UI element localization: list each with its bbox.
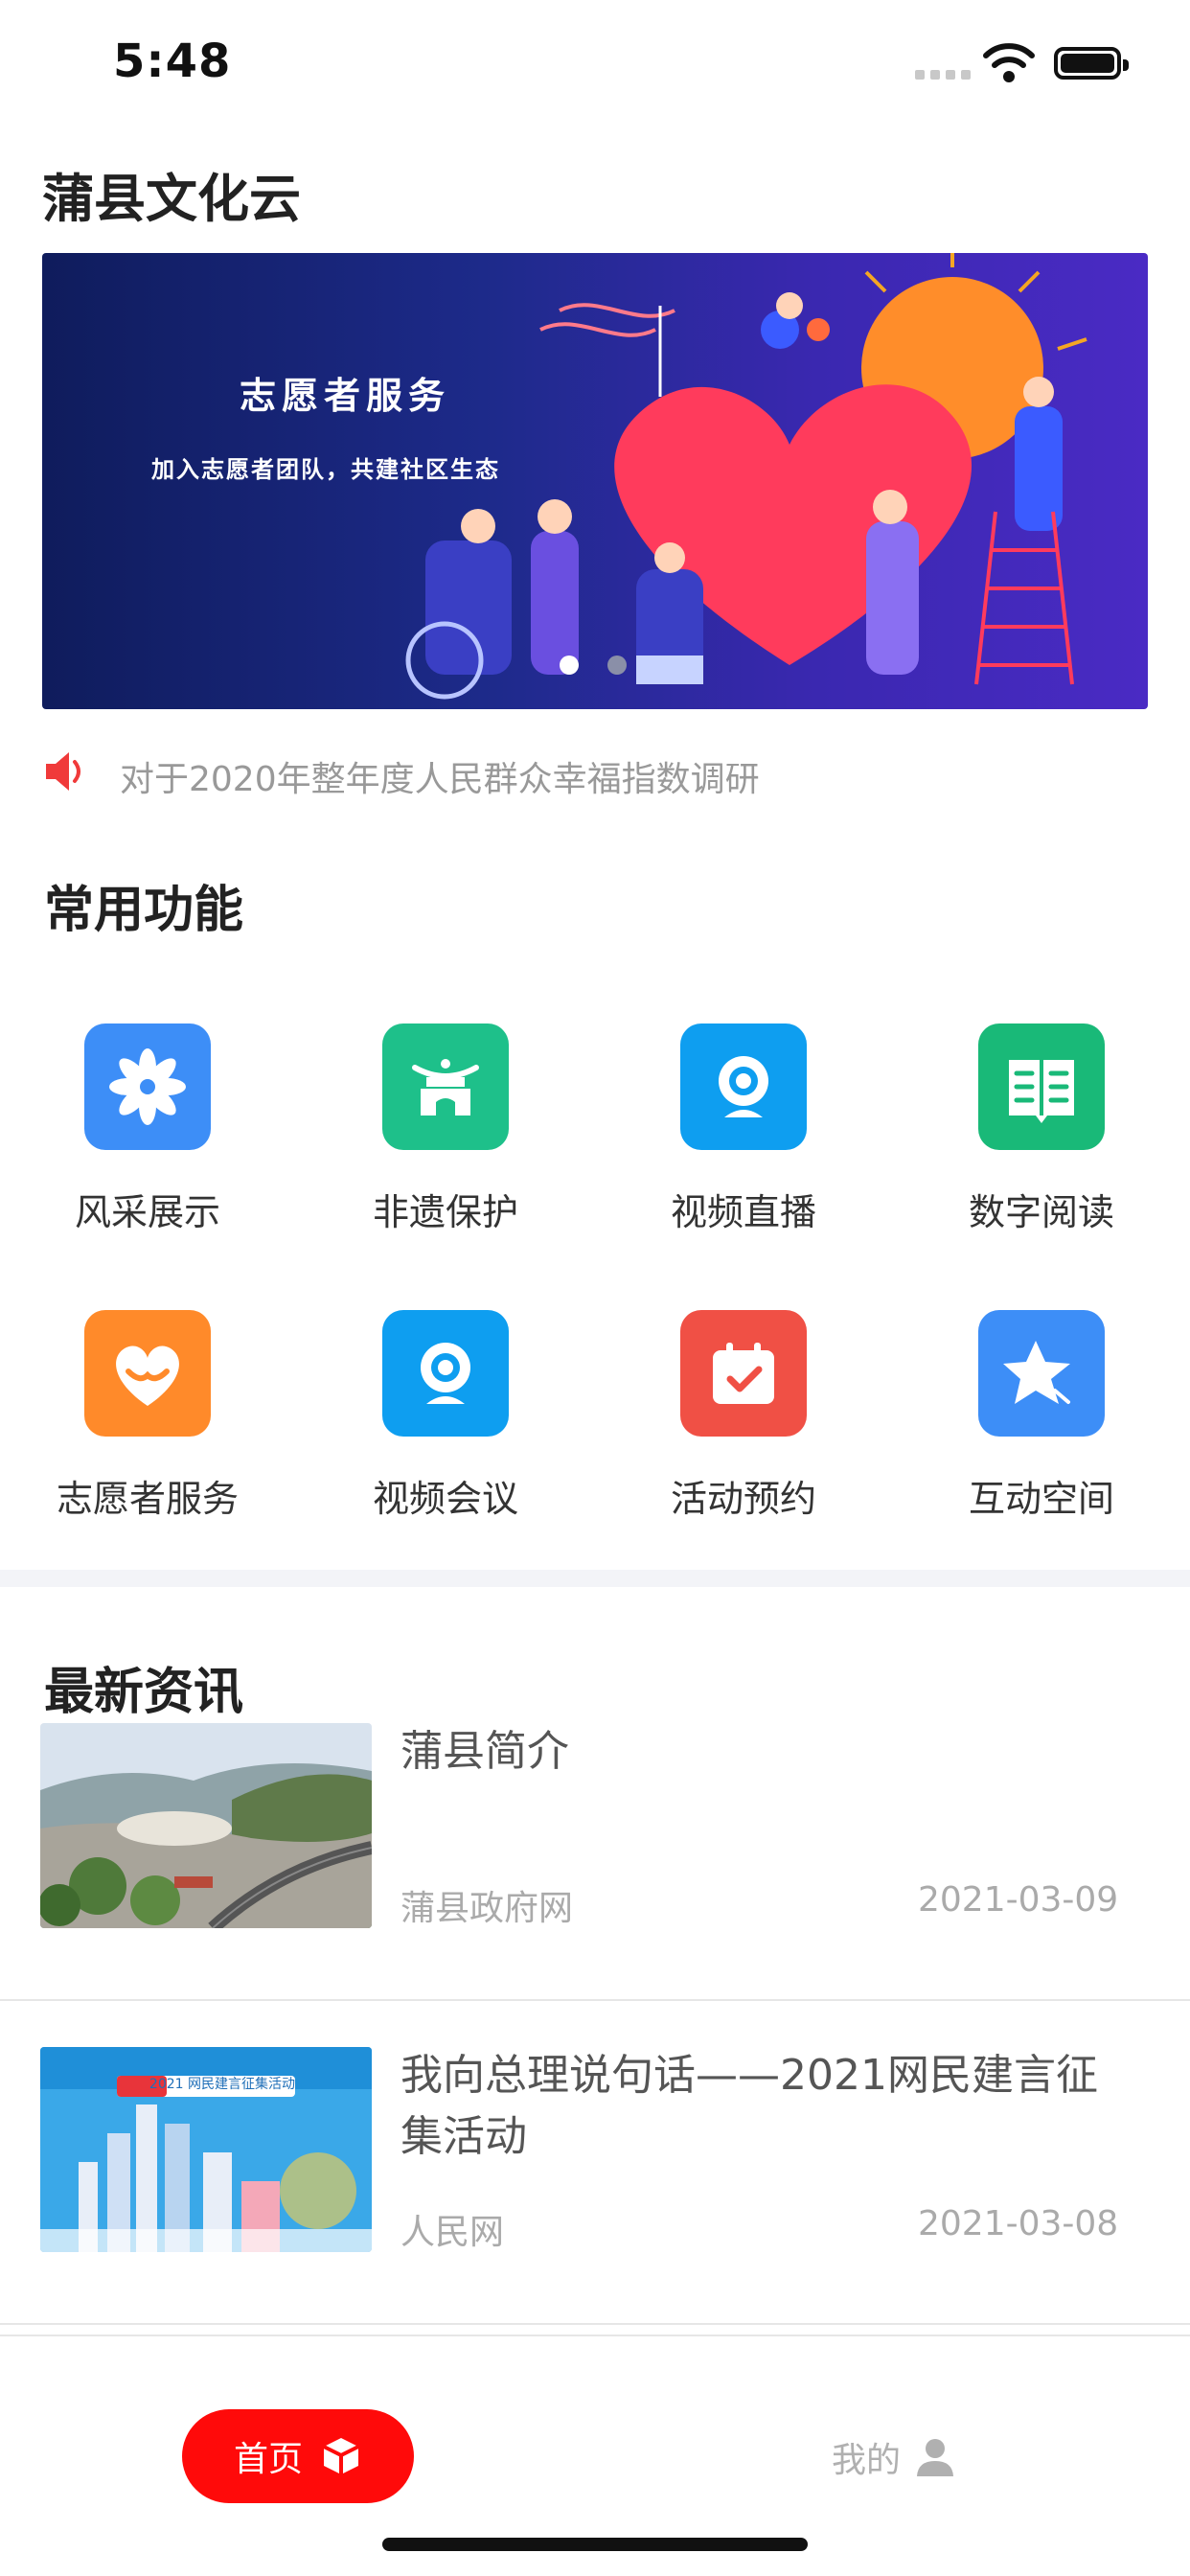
tab-home[interactable]: 首页 (182, 2409, 414, 2503)
func-label: 风采展示 (74, 1191, 220, 1233)
func-label: 志愿者服务 (56, 1478, 239, 1520)
news-thumbnail: 2021 网民建言征集活动 (40, 2047, 372, 2252)
news-item[interactable]: 蒲县简介 蒲县政府网 2021-03-09 (0, 1721, 1190, 1999)
news-source: 人民网 (400, 2213, 505, 2252)
user-icon (917, 2439, 954, 2476)
carousel-dot-1[interactable] (560, 656, 579, 675)
webcam-icon (680, 1024, 807, 1150)
open-book-icon (978, 1024, 1105, 1150)
func-label: 非遗保护 (372, 1191, 518, 1233)
news-source: 蒲县政府网 (400, 1889, 574, 1928)
battery-icon (1054, 47, 1129, 80)
star-icon (978, 1310, 1105, 1437)
func-volunteer[interactable]: 志愿者服务 (23, 1310, 272, 1522)
notice-text[interactable]: 对于2020年整年度人民群众幸福指数调研 (120, 751, 760, 801)
flower-icon (84, 1024, 211, 1150)
speaker-icon (46, 752, 80, 791)
signal-icon (915, 70, 971, 80)
app-title: 蒲县文化云 (42, 169, 301, 229)
func-live-video[interactable]: 视频直播 (619, 1024, 868, 1235)
news-title: 蒲县简介 (400, 1727, 569, 1776)
func-heritage[interactable]: 非遗保护 (321, 1024, 570, 1235)
news-separator (0, 2323, 1190, 2325)
wifi-icon (983, 43, 1035, 82)
news-section-title: 最新资讯 (44, 1664, 244, 1721)
tab-mine[interactable]: 我的 (832, 2432, 956, 2482)
func-label: 视频会议 (372, 1478, 518, 1520)
banner-subtitle: 加入志愿者团队，共建社区生态 (151, 456, 500, 483)
news-date: 2021-03-08 (918, 2204, 1119, 2243)
func-video-meeting[interactable]: 视频会议 (321, 1310, 570, 1522)
news-separator (0, 1999, 1190, 2001)
news-item[interactable]: 2021 网民建言征集活动 我向总理说句话——2021网民建言征集活动 人民网 … (0, 2047, 1190, 2315)
func-label: 活动预约 (670, 1478, 816, 1520)
func-label: 数字阅读 (968, 1191, 1114, 1233)
func-event-booking[interactable]: 活动预约 (619, 1310, 868, 1522)
news-title: 我向总理说句话——2021网民建言征集活动 (400, 2051, 1098, 2161)
heritage-building-icon (382, 1024, 509, 1150)
section-divider (0, 1570, 1190, 1587)
banner-title: 志愿者服务 (240, 375, 451, 417)
func-digital-reading[interactable]: 数字阅读 (917, 1024, 1166, 1235)
status-time: 5:48 (113, 34, 232, 88)
webcam-icon (382, 1310, 509, 1437)
carousel-dot-2[interactable] (607, 656, 627, 675)
news-thumbnail (40, 1723, 372, 1928)
tab-mine-label: 我的 (832, 2441, 902, 2480)
functions-section-title: 常用功能 (44, 882, 244, 939)
cube-icon (323, 2438, 359, 2474)
func-showcase[interactable]: 风采展示 (23, 1024, 272, 1235)
thumbnail-caption: 2021 网民建言征集活动 (149, 2077, 295, 2092)
tabbar-divider (0, 2334, 1190, 2336)
func-label: 互动空间 (968, 1478, 1114, 1520)
func-label: 视频直播 (670, 1191, 816, 1233)
home-indicator (382, 2538, 808, 2551)
calendar-check-icon (680, 1310, 807, 1437)
func-interactive-space[interactable]: 互动空间 (917, 1310, 1166, 1522)
heart-hands-icon (84, 1310, 211, 1437)
tab-home-label: 首页 (233, 2440, 303, 2479)
news-date: 2021-03-09 (918, 1880, 1119, 1920)
